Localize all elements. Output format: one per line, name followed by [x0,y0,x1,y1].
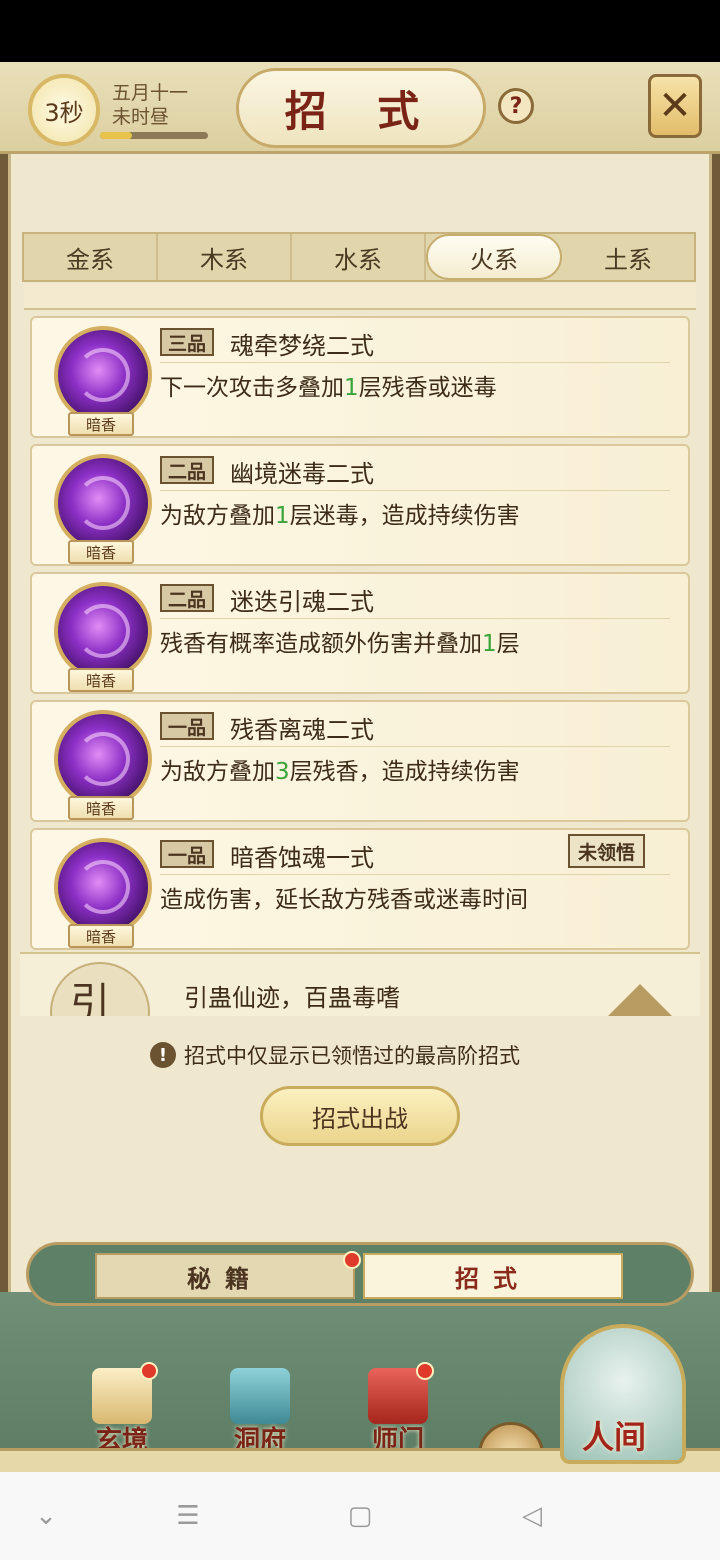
help-button[interactable]: ? [498,88,534,124]
skill-description: 造成伤害，延长敌方残香或迷毒时间 [160,887,528,913]
expand-arrow-icon[interactable] [608,984,672,1016]
time-progress-fill [100,132,133,139]
skill-grade: 二品 [160,456,215,484]
date-label: 五月十一 [112,82,189,104]
tab-secret-manual[interactable]: 秘籍 [95,1253,355,1299]
close-button[interactable]: ✕ [648,74,702,138]
sect-banner[interactable]: 引 引蛊仙迹，百蛊毒嗜 [20,952,700,1016]
skill-icon [54,838,152,936]
nav-dongfu[interactable]: 洞府 [210,1368,310,1458]
nav-xuanjing[interactable]: 玄境 [72,1362,172,1458]
tab-earth[interactable]: 土系 [562,234,694,280]
skill-grade: 一品 [160,840,215,868]
list-scroll-edge [24,284,696,310]
skill-description: 为敌方叠加3层残香，造成持续伤害 [160,759,520,785]
skill-card[interactable]: 暗香 三品 魂牵梦绕二式 下一次攻击多叠加1层残香或迷毒 [30,316,690,438]
skill-icon [54,582,152,680]
page-title-plate: 招 式 [236,68,486,148]
system-nav-bar: ⌄ ☰ ▢ ◁ [0,1472,720,1560]
skill-icon [54,326,152,424]
skill-icon [54,710,152,808]
element-tabs: 金系 木系 水系 火系 土系 [22,232,696,282]
skill-school-tag: 暗香 [68,540,134,564]
info-icon: ! [150,1042,176,1068]
sect-seal-icon: 引 [50,962,150,1016]
tab-skills[interactable]: 招式 [363,1253,623,1299]
deploy-skill-button[interactable]: 招式出战 [260,1086,460,1146]
skill-school-tag: 暗香 [68,668,134,692]
menu-icon[interactable]: ☰ [172,1500,204,1532]
world-portal-label: 人间 [582,1418,647,1456]
skill-card[interactable]: 暗香 二品 迷迭引魂二式 残香有概率造成额外伤害并叠加1层 [30,572,690,694]
chevron-down-icon[interactable]: ⌄ [30,1500,62,1532]
time-of-day-label: 未时昼 [112,106,170,128]
sect-banner-text: 引蛊仙迹，百蛊毒嗜 [184,984,400,1012]
skill-description: 下一次攻击多叠加1层残香或迷毒 [160,375,497,401]
skill-name: 残香离魂二式 [230,716,374,744]
time-progress-bar [100,132,208,139]
status-bar [0,0,720,62]
skill-card[interactable]: 暗香 一品 暗香蚀魂一式 未领悟 造成伤害，延长敌方残香或迷毒时间 [30,828,690,950]
page-title: 招 式 [284,86,438,136]
header: 3秒 五月十一 未时昼 招 式 ? ✕ [0,62,720,154]
tab-water[interactable]: 水系 [292,234,426,280]
not-learned-badge: 未领悟 [568,834,646,868]
notification-dot [140,1362,158,1380]
back-icon[interactable]: ◁ [516,1500,548,1532]
tab-fire[interactable]: 火系 [426,234,562,280]
section-switch: 秘籍 招式 [26,1242,694,1306]
notice: ! 招式中仅显示已领悟过的最高阶招式 [150,1038,520,1072]
skill-card[interactable]: 暗香 一品 残香离魂二式 为敌方叠加3层残香，造成持续伤害 [30,700,690,822]
notification-dot [343,1251,361,1269]
notice-text: 招式中仅显示已领悟过的最高阶招式 [184,1044,520,1068]
timer-badge: 3秒 [28,74,100,146]
skill-grade: 二品 [160,584,215,612]
tab-metal[interactable]: 金系 [24,234,158,280]
pavilion-icon [230,1368,290,1424]
skill-school-tag: 暗香 [68,796,134,820]
skill-icon [54,454,152,552]
skill-name: 魂牵梦绕二式 [230,332,374,360]
home-icon[interactable]: ▢ [344,1500,376,1532]
notification-dot [416,1362,434,1380]
skill-card[interactable]: 暗香 二品 幽境迷毒二式 为敌方叠加1层迷毒，造成持续伤害 [30,444,690,566]
skill-name: 幽境迷毒二式 [230,460,374,488]
app-window: 3秒 五月十一 未时昼 招 式 ? ✕ 金系 木系 水系 火系 土系 暗香 三品… [0,62,720,1472]
skill-school-tag: 暗香 [68,412,134,436]
skill-grade: 一品 [160,712,215,740]
nav-shimen[interactable]: 师门 [348,1362,448,1458]
skill-name: 暗香蚀魂一式 [230,844,374,872]
skill-description: 为敌方叠加1层迷毒，造成持续伤害 [160,503,520,529]
skill-description: 残香有概率造成额外伤害并叠加1层 [160,631,520,657]
tab-wood[interactable]: 木系 [158,234,292,280]
skill-school-tag: 暗香 [68,924,134,948]
skill-name: 迷迭引魂二式 [230,588,374,616]
skill-grade: 三品 [160,328,215,356]
